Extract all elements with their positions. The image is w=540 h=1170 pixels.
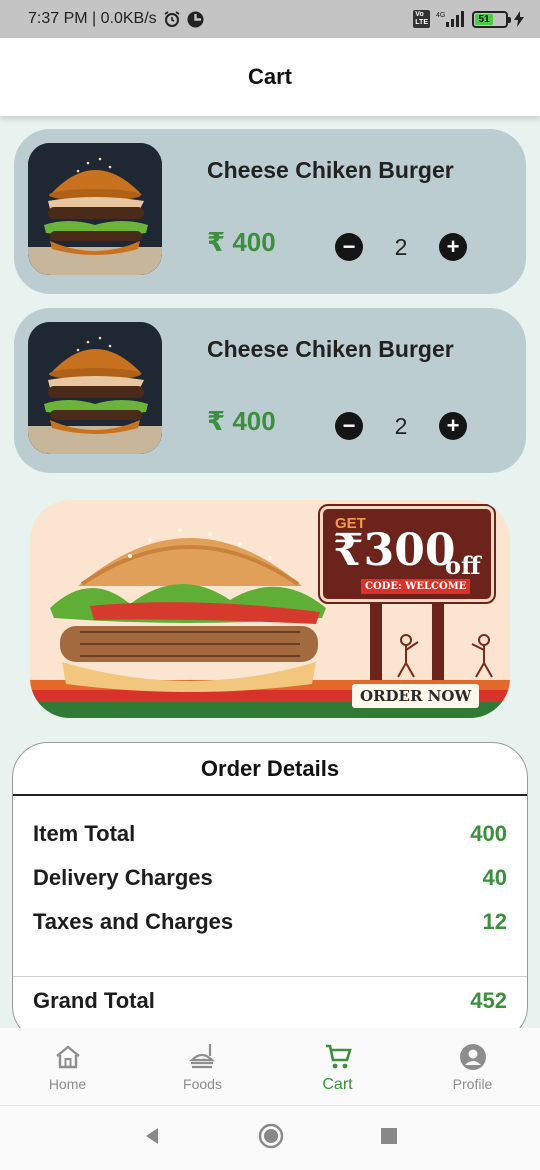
app-bar: Cart — [0, 38, 540, 116]
item-name: Cheese Chiken Burger — [207, 157, 454, 183]
order-details-header: Order Details — [13, 743, 527, 796]
system-nav-bar — [0, 1106, 540, 1170]
foods-icon — [188, 1042, 218, 1072]
promo-banner[interactable]: GET ₹300 off CODE: WELCOME ORDER NOW — [30, 500, 510, 718]
profile-icon — [459, 1042, 487, 1072]
burger-image — [28, 143, 162, 275]
burger-image — [28, 322, 162, 454]
recents-icon[interactable] — [380, 1127, 398, 1150]
svg-text:4G: 4G — [436, 12, 445, 19]
signal-icon: 4G — [436, 10, 466, 28]
page-title: Cart — [247, 64, 292, 89]
offer-code: CODE: WELCOME — [361, 579, 471, 594]
minus-icon[interactable]: − — [335, 233, 363, 261]
nav-label-cart: Cart — [322, 1076, 353, 1093]
volte-icon: Vo LTE — [413, 10, 430, 28]
home-icon — [54, 1042, 82, 1072]
quantity-value: 2 — [394, 412, 408, 439]
offer-off-text: off — [445, 551, 481, 580]
nav-item-cart[interactable]: Cart — [270, 1028, 405, 1105]
order-details-card: Order Details Item Total 400 Delivery Ch… — [12, 742, 528, 1042]
taxes-label: Taxes and Charges — [33, 909, 234, 934]
alarm-icon — [163, 10, 181, 28]
item-name: Cheese Chiken Burger — [207, 336, 454, 362]
taxes-value: 12 — [482, 909, 507, 934]
grand-total-value: 452 — [470, 988, 507, 1013]
item-price: ₹ 400 — [207, 406, 276, 436]
data-saver-icon — [187, 11, 204, 28]
cart-item[interactable]: Cheese Chiken Burger ₹ 400 − 2 + — [14, 308, 526, 473]
delivery-charges-row: Delivery Charges 40 — [33, 865, 507, 891]
grand-total-label: Grand Total — [33, 988, 155, 1013]
battery-icon: 51 — [472, 10, 511, 28]
nav-item-profile[interactable]: Profile — [405, 1028, 540, 1105]
order-details-title: Order Details — [200, 755, 340, 781]
nav-label-foods: Foods — [183, 1076, 222, 1092]
minus-icon[interactable]: − — [335, 412, 363, 440]
grand-total-row: Grand Total 452 — [33, 988, 507, 1014]
item-total-value: 400 — [470, 821, 507, 846]
plus-icon[interactable]: + — [439, 233, 467, 261]
nav-item-home[interactable]: Home — [0, 1028, 135, 1105]
nav-label-profile: Profile — [452, 1076, 493, 1092]
cart-item[interactable]: Cheese Chiken Burger ₹ 400 − 2 + — [14, 129, 526, 294]
nav-item-foods[interactable]: Foods — [135, 1028, 270, 1105]
home-button-icon[interactable] — [258, 1123, 284, 1154]
nav-label-home: Home — [48, 1076, 87, 1092]
charging-icon — [514, 11, 524, 27]
back-icon[interactable] — [142, 1126, 162, 1151]
item-total-label: Item Total — [33, 821, 136, 846]
item-total-row: Item Total 400 — [33, 821, 507, 847]
offer-card: GET ₹300 off CODE: WELCOME — [318, 504, 496, 604]
offer-amount: ₹300 — [333, 525, 456, 576]
taxes-row: Taxes and Charges 12 — [33, 909, 507, 935]
order-now-button[interactable]: ORDER NOW — [352, 684, 480, 708]
bottom-nav: Home Foods Cart Profile — [0, 1028, 540, 1106]
quantity-stepper: − 2 + — [335, 412, 467, 440]
item-price: ₹ 400 — [207, 227, 276, 257]
divider — [13, 976, 527, 977]
status-bar: 7:37 PM | 0.0KB/s Vo LTE 4G 51 — [0, 0, 540, 38]
status-time: 7:37 PM | 0.0KB/s — [28, 10, 157, 27]
cart-icon — [323, 1042, 353, 1072]
delivery-charges-value: 40 — [482, 865, 507, 890]
quantity-value: 2 — [394, 233, 408, 260]
quantity-stepper: − 2 + — [335, 233, 467, 261]
plus-icon[interactable]: + — [439, 412, 467, 440]
delivery-charges-label: Delivery Charges — [33, 865, 213, 890]
battery-level: 51 — [475, 13, 493, 25]
